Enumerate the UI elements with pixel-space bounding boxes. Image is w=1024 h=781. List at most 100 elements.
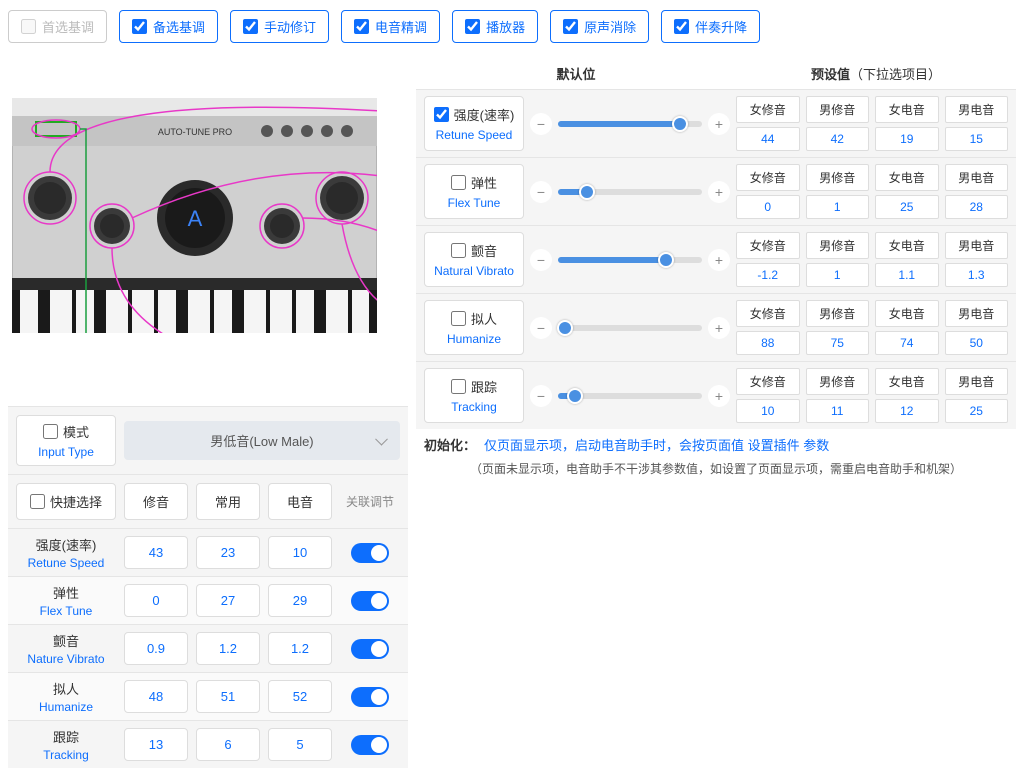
bparam-en-3: Humanize bbox=[16, 700, 116, 714]
quick-col-2[interactable]: 电音 bbox=[268, 483, 332, 520]
toggle-0[interactable] bbox=[351, 543, 389, 563]
preset-hdr-2-2: 女电音 bbox=[875, 232, 939, 259]
quick-checkbox[interactable] bbox=[30, 494, 45, 509]
preset-val-4-0[interactable]: 10 bbox=[736, 399, 800, 423]
plus-btn-1[interactable]: + bbox=[708, 181, 730, 203]
quick-col-1[interactable]: 常用 bbox=[196, 483, 260, 520]
bparam-val-2-1[interactable]: 1.2 bbox=[196, 632, 260, 665]
slider-2[interactable] bbox=[558, 257, 702, 263]
preset-val-2-3[interactable]: 1.3 bbox=[945, 263, 1009, 287]
bparam-val-3-2[interactable]: 52 bbox=[268, 680, 332, 713]
preset-val-3-3[interactable]: 50 bbox=[945, 331, 1009, 355]
bparam-val-4-2[interactable]: 5 bbox=[268, 728, 332, 761]
toggle-1[interactable] bbox=[351, 591, 389, 611]
top-check-input-6[interactable] bbox=[674, 19, 689, 34]
param-cn-2: 颤音 bbox=[471, 241, 497, 260]
input-type-select[interactable]: 男低音(Low Male) bbox=[124, 421, 400, 460]
minus-btn-2[interactable]: − bbox=[530, 249, 552, 271]
bparam-val-0-2[interactable]: 10 bbox=[268, 536, 332, 569]
preset-val-0-1[interactable]: 42 bbox=[806, 127, 870, 151]
top-check-label-2: 手动修订 bbox=[264, 17, 316, 36]
preset-val-4-1[interactable]: 11 bbox=[806, 399, 870, 423]
bparam-val-4-1[interactable]: 6 bbox=[196, 728, 260, 761]
preset-val-1-3[interactable]: 28 bbox=[945, 195, 1009, 219]
minus-btn-0[interactable]: − bbox=[530, 113, 552, 135]
bparam-label-2: 颤音Nature Vibrato bbox=[16, 631, 116, 666]
bparam-val-3-1[interactable]: 51 bbox=[196, 680, 260, 713]
top-check-0: 首选基调 bbox=[8, 10, 107, 43]
bparam-val-0-1[interactable]: 23 bbox=[196, 536, 260, 569]
preset-val-2-1[interactable]: 1 bbox=[806, 263, 870, 287]
minus-btn-3[interactable]: − bbox=[530, 317, 552, 339]
toggle-3[interactable] bbox=[351, 687, 389, 707]
preset-val-0-3[interactable]: 15 bbox=[945, 127, 1009, 151]
minus-btn-1[interactable]: − bbox=[530, 181, 552, 203]
top-check-2[interactable]: 手动修订 bbox=[230, 10, 329, 43]
preset-val-4-2[interactable]: 12 bbox=[875, 399, 939, 423]
slider-0[interactable] bbox=[558, 121, 702, 127]
slider-1[interactable] bbox=[558, 189, 702, 195]
init-text: 仅页面显示项，启动电音助手时，会按页面值 设置插件 参数 bbox=[484, 435, 829, 454]
top-check-3[interactable]: 电音精调 bbox=[341, 10, 440, 43]
top-check-input-2[interactable] bbox=[243, 19, 258, 34]
preset-hdr-4-2: 女电音 bbox=[875, 368, 939, 395]
bparam-row-2: 颤音Nature Vibrato0.91.21.2 bbox=[8, 624, 408, 672]
bparam-val-2-0[interactable]: 0.9 bbox=[124, 632, 188, 665]
top-check-4[interactable]: 播放器 bbox=[452, 10, 538, 43]
top-check-6[interactable]: 伴奏升降 bbox=[661, 10, 760, 43]
preset-col-4-2: 女电音 12 bbox=[875, 368, 939, 423]
preset-val-4-3[interactable]: 25 bbox=[945, 399, 1009, 423]
bparam-val-1-2[interactable]: 29 bbox=[268, 584, 332, 617]
quick-col-0[interactable]: 修音 bbox=[124, 483, 188, 520]
bparam-val-1-0[interactable]: 0 bbox=[124, 584, 188, 617]
top-check-input-5[interactable] bbox=[563, 19, 578, 34]
top-check-5[interactable]: 原声消除 bbox=[550, 10, 649, 43]
preset-val-2-2[interactable]: 1.1 bbox=[875, 263, 939, 287]
param-check-2[interactable] bbox=[451, 243, 466, 258]
bparam-val-4-0[interactable]: 13 bbox=[124, 728, 188, 761]
toggle-2[interactable] bbox=[351, 639, 389, 659]
param-en-3: Humanize bbox=[447, 332, 501, 346]
plus-btn-4[interactable]: + bbox=[708, 385, 730, 407]
bparam-row-0: 强度(速率)Retune Speed432310 bbox=[8, 528, 408, 576]
quick-row: 快捷选择 修音 常用 电音 关联调节 bbox=[8, 474, 408, 528]
toggle-4[interactable] bbox=[351, 735, 389, 755]
bparam-val-2-2[interactable]: 1.2 bbox=[268, 632, 332, 665]
preset-val-1-1[interactable]: 1 bbox=[806, 195, 870, 219]
top-check-input-3[interactable] bbox=[354, 19, 369, 34]
top-check-input-1[interactable] bbox=[132, 19, 147, 34]
preset-val-0-2[interactable]: 19 bbox=[875, 127, 939, 151]
bparam-val-3-0[interactable]: 48 bbox=[124, 680, 188, 713]
param-check-1[interactable] bbox=[451, 175, 466, 190]
param-check-0[interactable] bbox=[434, 107, 449, 122]
plus-btn-3[interactable]: + bbox=[708, 317, 730, 339]
mode-en: Input Type bbox=[38, 445, 94, 459]
slider-4[interactable] bbox=[558, 393, 702, 399]
preset-val-1-0[interactable]: 0 bbox=[736, 195, 800, 219]
bparam-cn-4: 跟踪 bbox=[16, 727, 116, 746]
preset-val-3-0[interactable]: 88 bbox=[736, 331, 800, 355]
bparam-row-1: 弹性Flex Tune02729 bbox=[8, 576, 408, 624]
preset-val-2-0[interactable]: -1.2 bbox=[736, 263, 800, 287]
param-cn-4: 跟踪 bbox=[471, 377, 497, 396]
plus-btn-0[interactable]: + bbox=[708, 113, 730, 135]
preset-val-1-2[interactable]: 25 bbox=[875, 195, 939, 219]
preset-val-0-0[interactable]: 44 bbox=[736, 127, 800, 151]
toggle-wrap-3 bbox=[340, 687, 400, 707]
preset-col-1-3: 男电音28 bbox=[945, 164, 1009, 219]
plus-btn-2[interactable]: + bbox=[708, 249, 730, 271]
bparam-en-0: Retune Speed bbox=[16, 556, 116, 570]
preset-val-3-2[interactable]: 74 bbox=[875, 331, 939, 355]
minus-btn-4[interactable]: − bbox=[530, 385, 552, 407]
mode-checkbox[interactable] bbox=[43, 424, 58, 439]
top-check-1[interactable]: 备选基调 bbox=[119, 10, 218, 43]
param-check-3[interactable] bbox=[451, 311, 466, 326]
preset-val-3-1[interactable]: 75 bbox=[806, 331, 870, 355]
param-row-3: 拟人Humanize−+女修音88男修音75女电音74男电音50 bbox=[416, 293, 1016, 361]
bparam-val-0-0[interactable]: 43 bbox=[124, 536, 188, 569]
param-check-4[interactable] bbox=[451, 379, 466, 394]
slider-3[interactable] bbox=[558, 325, 702, 331]
bparam-val-1-1[interactable]: 27 bbox=[196, 584, 260, 617]
preset-hdr-1-1: 男修音 bbox=[806, 164, 870, 191]
top-check-input-4[interactable] bbox=[465, 19, 480, 34]
